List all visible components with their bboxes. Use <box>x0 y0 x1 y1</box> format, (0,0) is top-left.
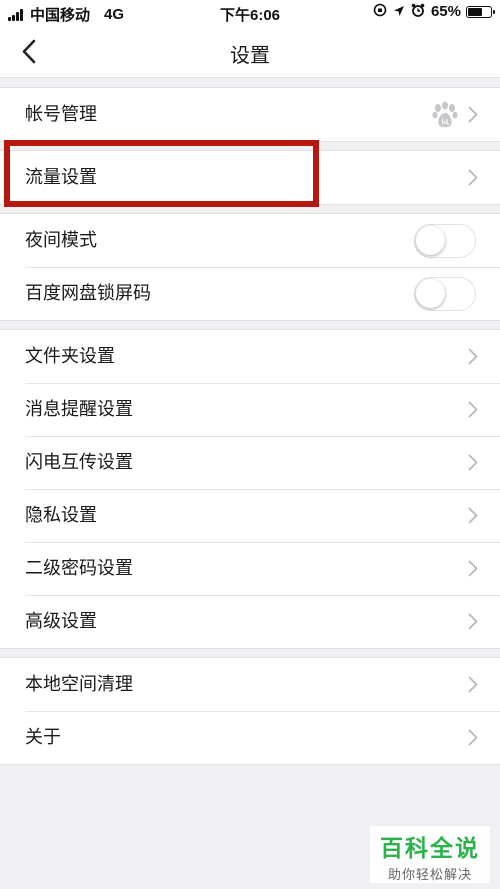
battery-tip <box>493 9 495 14</box>
settings-row-advanced[interactable]: 高级设置 <box>0 595 500 648</box>
settings-row-label: 帐号管理 <box>25 104 97 125</box>
nav-bar: 设置 <box>0 26 500 78</box>
chevron-right-icon <box>468 729 478 746</box>
settings-row-flash-transfer[interactable]: 闪电互传设置 <box>0 436 500 489</box>
settings-row-about[interactable]: 关于 <box>0 711 500 764</box>
settings-row-label: 百度网盘锁屏码 <box>25 283 151 304</box>
settings-row-label: 二级密码设置 <box>25 558 133 579</box>
rotation-lock-icon <box>373 3 387 20</box>
chevron-right-icon <box>468 676 478 693</box>
settings-row-secondary-password[interactable]: 二级密码设置 <box>0 542 500 595</box>
battery-fill <box>468 7 482 16</box>
settings-row-privacy[interactable]: 隐私设置 <box>0 489 500 542</box>
settings-row-label: 闪电互传设置 <box>25 452 133 473</box>
chevron-right-icon <box>468 454 478 471</box>
chevron-right-icon <box>468 169 478 186</box>
watermark: 百科全说 助你轻松解决 <box>370 826 490 883</box>
settings-row-label: 关于 <box>25 727 61 748</box>
page-title: 设置 <box>230 43 270 67</box>
settings-row-account[interactable]: 帐号管理 <box>0 88 500 141</box>
chevron-right-icon <box>468 401 478 418</box>
location-icon <box>393 4 405 20</box>
settings-row-label: 本地空间清理 <box>25 674 133 695</box>
settings-row-folder[interactable]: 文件夹设置 <box>0 330 500 383</box>
chevron-right-icon <box>468 560 478 577</box>
toggle-knob <box>416 279 445 308</box>
settings-row-night-mode: 夜间模式 <box>0 214 500 267</box>
toggle-knob <box>416 226 445 255</box>
settings-row-local-cleanup[interactable]: 本地空间清理 <box>0 658 500 711</box>
baidu-paw-icon <box>432 101 458 128</box>
settings-row-label: 文件夹设置 <box>25 346 115 367</box>
chevron-right-icon <box>468 613 478 630</box>
watermark-title: 百科全说 <box>380 836 480 862</box>
settings-group-general: 文件夹设置 消息提醒设置 闪电互传设置 隐私设置 二级密码设置 高级设置 <box>0 329 500 649</box>
lock-code-toggle[interactable] <box>414 277 476 311</box>
battery-percent: 65% <box>430 3 461 20</box>
status-right: 65% <box>373 3 495 20</box>
night-mode-toggle[interactable] <box>414 224 476 258</box>
status-bar: 中国移动 4G 下午6:06 65% <box>0 0 500 26</box>
settings-group-account: 帐号管理 <box>0 87 500 142</box>
settings-row-label: 消息提醒设置 <box>25 399 133 420</box>
alarm-icon <box>411 3 425 20</box>
highlight-annotation <box>4 140 319 207</box>
chevron-right-icon <box>468 106 478 123</box>
battery-icon <box>466 5 495 18</box>
settings-row-notifications[interactable]: 消息提醒设置 <box>0 383 500 436</box>
settings-group-misc: 本地空间清理 关于 <box>0 657 500 765</box>
settings-row-lock-code: 百度网盘锁屏码 <box>0 267 500 320</box>
settings-row-label: 隐私设置 <box>25 505 97 526</box>
chevron-right-icon <box>468 348 478 365</box>
settings-row-label: 高级设置 <box>25 611 97 632</box>
settings-row-label: 夜间模式 <box>25 230 97 251</box>
chevron-right-icon <box>468 507 478 524</box>
watermark-subtitle: 助你轻松解决 <box>387 868 472 883</box>
settings-group-toggles: 夜间模式 百度网盘锁屏码 <box>0 213 500 321</box>
